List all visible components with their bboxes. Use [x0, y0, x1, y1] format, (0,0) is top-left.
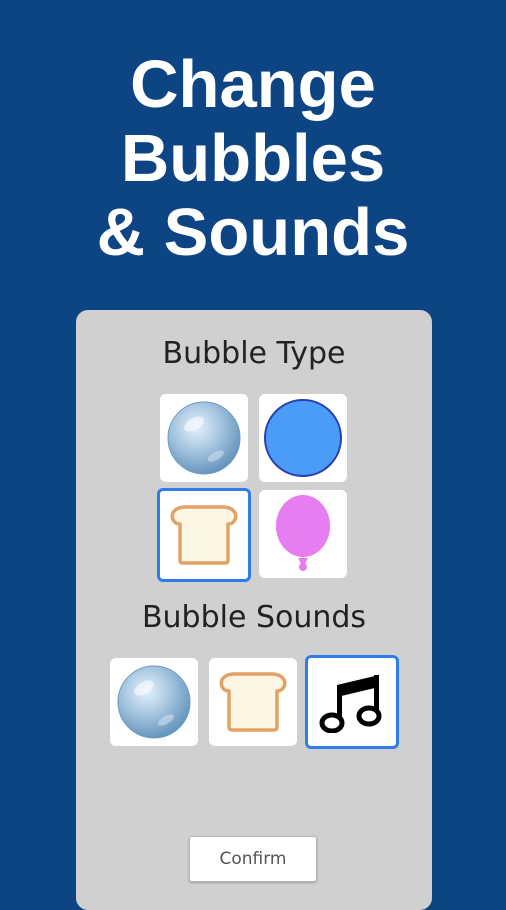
- headline-line-2: Bubbles: [120, 121, 386, 196]
- bubble-type-toast-option[interactable]: [157, 488, 251, 582]
- bubble-type-title: Bubble Type: [162, 336, 346, 371]
- glass-bubble-icon: [117, 665, 191, 739]
- toast-icon: [170, 505, 238, 565]
- page-headline: Change Bubbles & Sounds: [0, 48, 506, 270]
- blue-circle-icon: [264, 399, 342, 477]
- sound-glass-bubble-option[interactable]: [110, 658, 198, 746]
- bubble-sounds-title: Bubble Sounds: [141, 600, 367, 635]
- settings-panel: Bubble Type Bubble Sounds Confirm: [76, 310, 432, 910]
- balloon-icon: [276, 495, 330, 571]
- music-note-icon: [319, 675, 382, 733]
- glass-bubble-icon: [167, 401, 241, 475]
- headline-line-3: & Sounds: [96, 195, 410, 270]
- bubble-type-circle-option[interactable]: [259, 394, 347, 482]
- sound-music-option[interactable]: [305, 655, 399, 749]
- bubble-type-balloon-option[interactable]: [259, 490, 347, 578]
- headline-line-1: Change: [130, 47, 376, 122]
- confirm-button[interactable]: Confirm: [189, 836, 317, 882]
- bubble-type-glass-option[interactable]: [160, 394, 248, 482]
- toast-icon: [219, 672, 287, 732]
- sound-toast-option[interactable]: [209, 658, 297, 746]
